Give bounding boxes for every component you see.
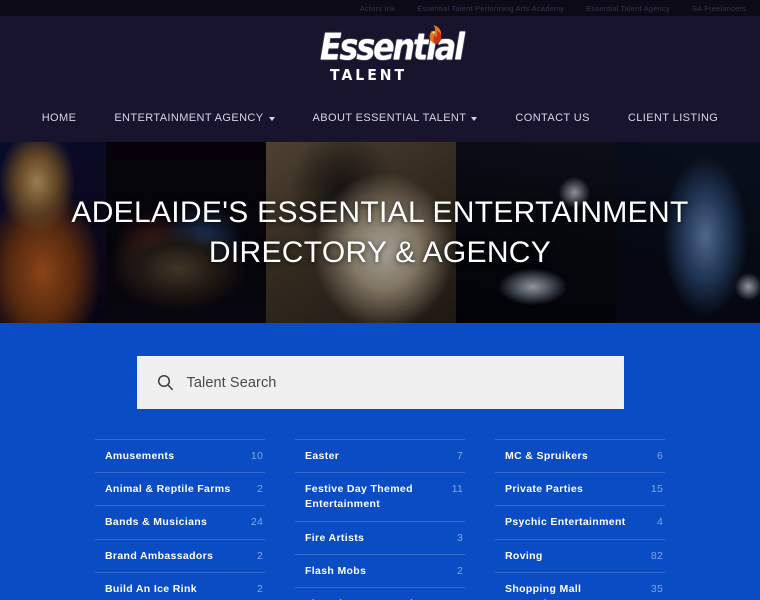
talent-search-box[interactable]: Talent Search: [136, 356, 624, 409]
category-row[interactable]: Animal & Reptile Farms 2: [95, 472, 265, 505]
hero-title-block: ADELAIDE'S ESSENTIAL ENTERTAINMENT DIREC…: [0, 142, 760, 323]
category-name: Bands & Musicians: [105, 516, 208, 529]
category-count: 24: [250, 516, 263, 529]
category-count: 2: [256, 549, 263, 562]
topbar-link-performing-arts-academy[interactable]: Essential Talent Performing Arts Academy: [417, 4, 564, 13]
flame-icon: [429, 25, 442, 44]
category-directory: Amusements 10 Animal & Reptile Farms 2 B…: [0, 439, 760, 600]
category-name: Build An Ice Rink: [105, 582, 197, 595]
category-name: Psychic Entertainment: [505, 516, 626, 529]
category-count: 7: [456, 450, 463, 462]
category-count: 3: [456, 531, 463, 544]
category-row[interactable]: Psychic Entertainment 4: [495, 505, 665, 538]
hero-title: ADELAIDE'S ESSENTIAL ENTERTAINMENT DIREC…: [71, 195, 689, 269]
topbar-link-essential-talent-agency[interactable]: Essential Talent Agency: [586, 4, 670, 13]
search-section: Talent Search: [0, 323, 760, 439]
category-count: 35: [650, 582, 663, 595]
category-column-3: MC & Spruikers 6 Private Parties 15 Psyc…: [495, 439, 665, 600]
nav-item-label: CLIENT LISTING: [627, 112, 719, 124]
nav-item-client-listing[interactable]: CLIENT LISTING: [609, 112, 737, 124]
category-row[interactable]: Private Parties 15: [495, 472, 665, 505]
category-row[interactable]: Shopping Mall Entertainment 35: [495, 571, 665, 600]
search-input[interactable]: Talent Search: [187, 375, 277, 391]
nav-item-label: HOME: [41, 112, 77, 124]
category-row[interactable]: Flash Mobs 2: [295, 553, 465, 587]
category-row[interactable]: Bands & Musicians 24: [95, 505, 265, 538]
category-name: Easter: [305, 450, 340, 462]
category-name: Shopping Mall Entertainment: [505, 582, 582, 600]
chevron-down-icon: [268, 117, 275, 121]
category-count: 82: [650, 549, 663, 562]
nav-item-contact-us[interactable]: CONTACT US: [496, 112, 609, 124]
category-count: 4: [656, 516, 663, 529]
category-count: 2: [256, 483, 263, 496]
nav-item-label: ENTERTAINMENT AGENCY: [114, 112, 264, 124]
nav-item-entertainment-agency[interactable]: ENTERTAINMENT AGENCY: [95, 112, 293, 124]
search-icon: [157, 374, 173, 391]
category-count: 15: [650, 483, 663, 496]
chevron-down-icon: [471, 117, 478, 121]
category-name: Flash Mobs: [305, 564, 367, 577]
hero-banner: ADELAIDE'S ESSENTIAL ENTERTAINMENT DIREC…: [0, 142, 760, 323]
site-logo[interactable]: Essential TALENT: [320, 25, 465, 85]
category-name: Private Parties: [505, 483, 584, 496]
site-header: Essential TALENT HOME ENTERTAINMENT AGEN…: [0, 16, 760, 142]
category-column-2: Easter 7 Festive Day Themed Entertainmen…: [295, 439, 465, 600]
category-column-1: Amusements 10 Animal & Reptile Farms 2 B…: [95, 439, 265, 600]
category-name: Brand Ambassadors: [105, 549, 214, 562]
category-row[interactable]: Fire Artists 3: [295, 520, 465, 554]
category-count: 2: [456, 564, 463, 577]
category-row[interactable]: Festive Day Themed Entertainment 11: [295, 472, 465, 520]
category-row[interactable]: Amusements 10: [95, 439, 265, 472]
category-name: Fire Artists: [305, 531, 365, 544]
category-count: 11: [451, 483, 463, 496]
topbar-link-sa-freelancers[interactable]: SA Freelancers: [692, 4, 746, 13]
category-row[interactable]: Brand Ambassadors 2: [95, 538, 265, 572]
topbar-link-actors-ink[interactable]: Actors Ink: [360, 4, 395, 13]
nav-item-label: ABOUT ESSENTIAL TALENT: [312, 112, 467, 124]
nav-item-home[interactable]: HOME: [23, 112, 96, 124]
logo-area[interactable]: Essential TALENT: [0, 16, 760, 94]
main-navigation[interactable]: HOME ENTERTAINMENT AGENCY ABOUT ESSENTIA…: [0, 94, 760, 142]
category-row[interactable]: MC & Spruikers 6: [495, 439, 665, 472]
category-count: 10: [250, 450, 263, 462]
category-row[interactable]: Easter 7: [295, 439, 465, 472]
category-name: MC & Spruikers: [505, 450, 589, 462]
nav-item-about-essential-talent[interactable]: ABOUT ESSENTIAL TALENT: [294, 112, 497, 124]
utility-top-bar: Actors Ink Essential Talent Performing A…: [0, 0, 760, 16]
nav-item-label: CONTACT US: [515, 112, 590, 124]
category-row[interactable]: Roving 82: [495, 538, 665, 572]
category-row[interactable]: Floorshows & Opening 19: [295, 587, 465, 600]
category-name: Animal & Reptile Farms: [105, 483, 231, 496]
category-row[interactable]: Build An Ice Rink 2: [95, 571, 265, 600]
category-name: Festive Day Themed Entertainment: [305, 483, 413, 511]
category-name: Roving: [505, 549, 543, 562]
category-name: Amusements: [105, 450, 175, 462]
category-count: 6: [656, 450, 663, 462]
category-count: 2: [256, 582, 263, 595]
logo-wordmark-talent: TALENT: [330, 67, 408, 85]
